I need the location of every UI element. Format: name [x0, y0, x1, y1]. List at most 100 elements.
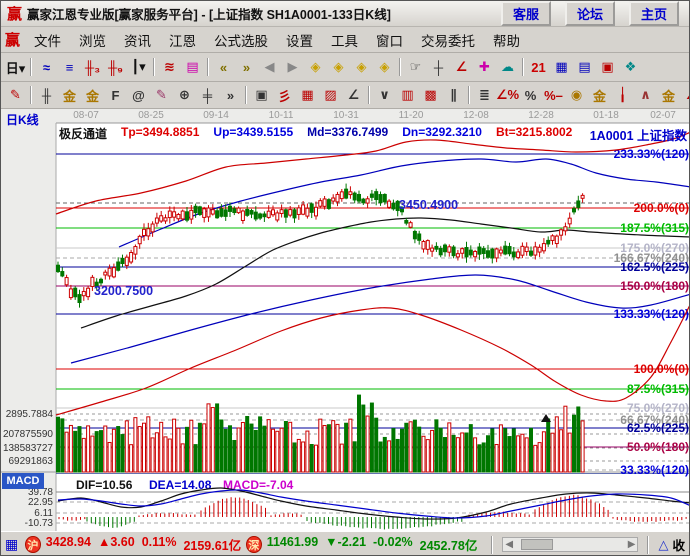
scrollbar-thumb[interactable]: [521, 539, 553, 550]
gold-grid2-icon[interactable]: 金: [81, 85, 104, 106]
menu-news[interactable]: 资讯: [115, 28, 160, 52]
candle-style-icon[interactable]: ┃▾: [127, 57, 150, 78]
title-bar: 赢 赢家江恩专业版[赢家服务平台] - [上证指数 SH1A0001-133日K…: [1, 1, 689, 27]
menu-window[interactable]: 窗口: [367, 28, 412, 52]
prev-icon[interactable]: ◀: [258, 57, 281, 78]
level-label: 33.33%(120): [620, 463, 689, 477]
next-icon[interactable]: ▶: [281, 57, 304, 78]
comb-icon[interactable]: ╫: [35, 85, 58, 106]
diamond-right-icon[interactable]: ◈: [327, 57, 350, 78]
diamond-all-icon[interactable]: ◈: [373, 57, 396, 78]
menu-gann[interactable]: 江恩: [160, 28, 205, 52]
v-lines-icon[interactable]: ∨: [373, 85, 396, 106]
shenzhen-quote[interactable]: 11461.99▼-2.21-0.02%2452.78亿: [267, 535, 478, 554]
scroll-right-arrow[interactable]: ▶: [628, 540, 636, 550]
level-label: 187.5%(315): [620, 221, 689, 235]
candle-pen-icon[interactable]: ╽: [611, 85, 634, 106]
chart-area[interactable]: 08-0708-2509-1410-1110-3111-2012-0812-28…: [1, 109, 690, 531]
date-tick: 08-25: [138, 110, 164, 121]
menu-help[interactable]: 帮助: [484, 28, 529, 52]
channel-md: [81, 218, 690, 328]
percent-line-icon[interactable]: %–: [542, 85, 565, 106]
save-icon[interactable]: ▣: [596, 57, 619, 78]
spiral-icon[interactable]: @: [127, 85, 150, 106]
kline-period-tab[interactable]: 日K线: [6, 111, 39, 128]
grid-a-icon[interactable]: ▥: [396, 85, 419, 106]
comb2-icon[interactable]: ╪: [196, 85, 219, 106]
status-bar: ▦沪3428.94▲3.600.11%2159.61亿深11461.99▼-2.…: [1, 531, 689, 556]
grid-b-icon[interactable]: ▩: [419, 85, 442, 106]
grid-fill-icon[interactable]: ▦: [296, 85, 319, 106]
network-icon[interactable]: ❖: [619, 57, 642, 78]
collapse-control[interactable]: △收: [658, 535, 685, 554]
crosshair-icon[interactable]: ┼: [427, 57, 450, 78]
indicator-value-1: Up=3439.5155: [213, 125, 293, 142]
toolbar-separator: [153, 58, 155, 76]
menu-file[interactable]: 文件: [25, 28, 70, 52]
zigzag-box-icon[interactable]: ≋: [158, 57, 181, 78]
price-label: 3450.4900: [399, 198, 458, 212]
shanghai-price: 3428.94: [46, 535, 91, 554]
overlay-curve-icon[interactable]: ≈: [35, 57, 58, 78]
support-button[interactable]: 客服: [501, 1, 551, 26]
chart-canvas[interactable]: 08-0708-2509-1410-1110-3111-2012-0812-28…: [1, 109, 690, 531]
percent-icon[interactable]: %: [519, 85, 542, 106]
fan-lines-icon[interactable]: 彡: [273, 85, 296, 106]
gold2-icon[interactable]: 金: [657, 85, 680, 106]
gold-grid-icon[interactable]: 金: [58, 85, 81, 106]
menu-browse[interactable]: 浏览: [70, 28, 115, 52]
level-label: 62.5%(225): [627, 421, 689, 435]
kline-style-icon[interactable]: 日▾: [4, 57, 27, 78]
cloud-tool-icon[interactable]: ☁: [496, 57, 519, 78]
angle-l-icon[interactable]: ∠: [680, 85, 689, 106]
home-button[interactable]: 主页: [629, 1, 679, 26]
last-icon[interactable]: »: [235, 57, 258, 78]
notepad-icon[interactable]: ▤: [573, 57, 596, 78]
rect-tool-icon[interactable]: ▣: [250, 85, 273, 106]
magenta-tool-icon[interactable]: ✚: [473, 57, 496, 78]
volume-bars: [57, 395, 585, 472]
forum-button[interactable]: 论坛: [565, 1, 615, 26]
menu-logo-icon: 赢: [5, 29, 20, 50]
quote-table-icon[interactable]: ▦: [5, 536, 18, 553]
macd-value-label: DIF=10.56: [76, 478, 133, 492]
bars-9-icon[interactable]: ╫₉: [104, 57, 127, 78]
menu-formula-stock-pick[interactable]: 公式选股: [205, 28, 277, 52]
gold-line-icon[interactable]: 金: [588, 85, 611, 106]
statusbar-divider: [647, 536, 649, 554]
wave-tool-icon[interactable]: ∧: [634, 85, 657, 106]
scroll-left-arrow[interactable]: ◀: [505, 540, 513, 550]
circle-cross-icon[interactable]: ⊕: [173, 85, 196, 106]
menu-settings[interactable]: 设置: [277, 28, 322, 52]
angle-measure-icon[interactable]: ∠: [450, 57, 473, 78]
menu-tools[interactable]: 工具: [322, 28, 367, 52]
pan-hand-icon[interactable]: ☞: [404, 57, 427, 78]
horizontal-scrollbar[interactable]: ◀▶: [502, 537, 638, 552]
scale-label: 69291863: [9, 456, 54, 467]
gann-f-icon[interactable]: F: [104, 85, 127, 106]
percent-wave-icon[interactable]: ∠%: [496, 85, 519, 106]
menu-trade[interactable]: 交易委托: [412, 28, 484, 52]
brush-icon[interactable]: ✎: [4, 85, 27, 106]
color-lines-icon[interactable]: ▤: [181, 57, 204, 78]
macd-tab[interactable]: MACD: [2, 473, 44, 489]
calculator-icon[interactable]: ▦: [550, 57, 573, 78]
first-icon[interactable]: «: [212, 57, 235, 78]
parallel-icon[interactable]: ∥: [442, 85, 465, 106]
level-label: 162.5%(225): [620, 260, 689, 274]
date-tick: 08-07: [73, 110, 99, 121]
calendar-icon[interactable]: 21: [527, 57, 550, 78]
bars-tool-icon[interactable]: ≣: [473, 85, 496, 106]
diamond-h-icon[interactable]: ◈: [350, 57, 373, 78]
gold-circle-icon[interactable]: ◉: [565, 85, 588, 106]
eraser-brush-icon[interactable]: ✎: [150, 85, 173, 106]
diamond-left-icon[interactable]: ◈: [304, 57, 327, 78]
angle-lines-icon[interactable]: ∠: [342, 85, 365, 106]
bars-3-icon[interactable]: ╫₃: [81, 57, 104, 78]
more-tools-icon[interactable]: »: [219, 85, 242, 106]
shanghai-quote[interactable]: 3428.94▲3.600.11%2159.61亿: [46, 535, 241, 554]
scale-label: 2895.7884: [6, 409, 54, 420]
grid-shade-icon[interactable]: ▨: [319, 85, 342, 106]
shanghai-badge-icon: 沪: [25, 536, 41, 553]
info-list-icon[interactable]: ≡: [58, 57, 81, 78]
